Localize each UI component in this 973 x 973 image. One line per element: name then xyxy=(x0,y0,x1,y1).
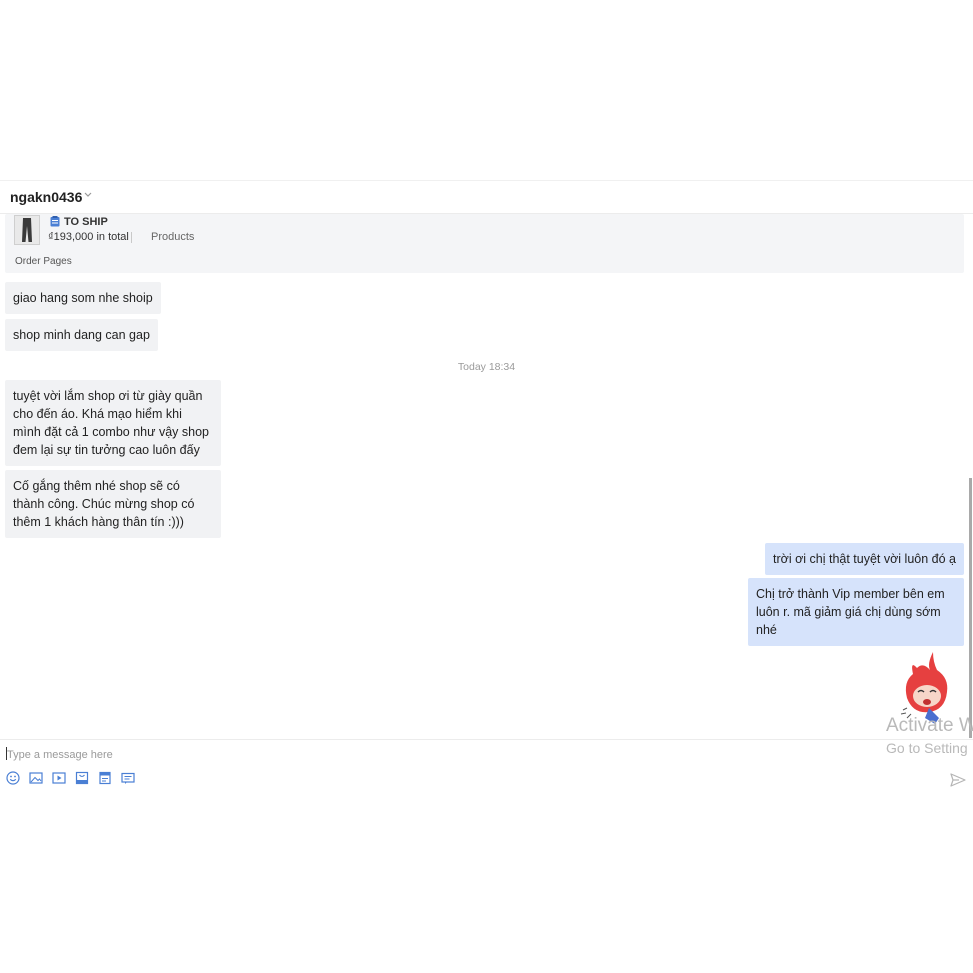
incoming-message: giao hang som nhe shoip xyxy=(5,282,161,314)
divider xyxy=(131,232,132,243)
text-cursor xyxy=(6,747,7,760)
products-link[interactable]: Products xyxy=(151,231,194,243)
chat-username[interactable]: ngakn0436 xyxy=(10,189,82,205)
chat-scrollbar[interactable] xyxy=(969,478,972,738)
product-thumbnail[interactable] xyxy=(14,215,40,245)
incoming-message: Cố gắng thêm nhé shop sẽ có thành công. … xyxy=(5,470,221,538)
composer-toolbar xyxy=(6,771,135,785)
order-status-label: TO SHIP xyxy=(64,216,108,228)
activation-watermark-title: Activate W xyxy=(886,715,973,736)
product-icon[interactable] xyxy=(75,771,89,785)
image-icon[interactable] xyxy=(29,771,43,785)
video-icon[interactable] xyxy=(52,771,66,785)
incoming-message: tuyệt vời lắm shop ơi từ giày quần cho đ… xyxy=(5,380,221,466)
outgoing-message: Chị trở thành Vip member bên em luôn r. … xyxy=(748,578,964,646)
order-icon[interactable] xyxy=(98,771,112,785)
message-timestamp: Today 18:34 xyxy=(457,361,516,373)
clipboard-icon xyxy=(50,216,60,227)
message-input[interactable] xyxy=(4,745,880,765)
order-status: TO SHIP xyxy=(50,216,108,228)
chat-header: ngakn0436 xyxy=(0,180,973,214)
voucher-icon[interactable] xyxy=(121,771,135,785)
incoming-message: shop minh dang can gap xyxy=(5,319,158,351)
send-icon[interactable] xyxy=(950,773,966,787)
order-pages-link[interactable]: Order Pages xyxy=(15,256,72,267)
emoji-icon[interactable] xyxy=(6,771,20,785)
outgoing-message: trời ơi chị thật tuyệt vời luôn đó ạ xyxy=(764,543,964,575)
order-card[interactable]: TO SHIP ₫193,000 in total Products Order… xyxy=(5,214,964,273)
message-composer xyxy=(0,739,973,792)
chevron-down-icon[interactable] xyxy=(84,192,92,198)
order-total: ₫193,000 in total xyxy=(48,231,129,243)
